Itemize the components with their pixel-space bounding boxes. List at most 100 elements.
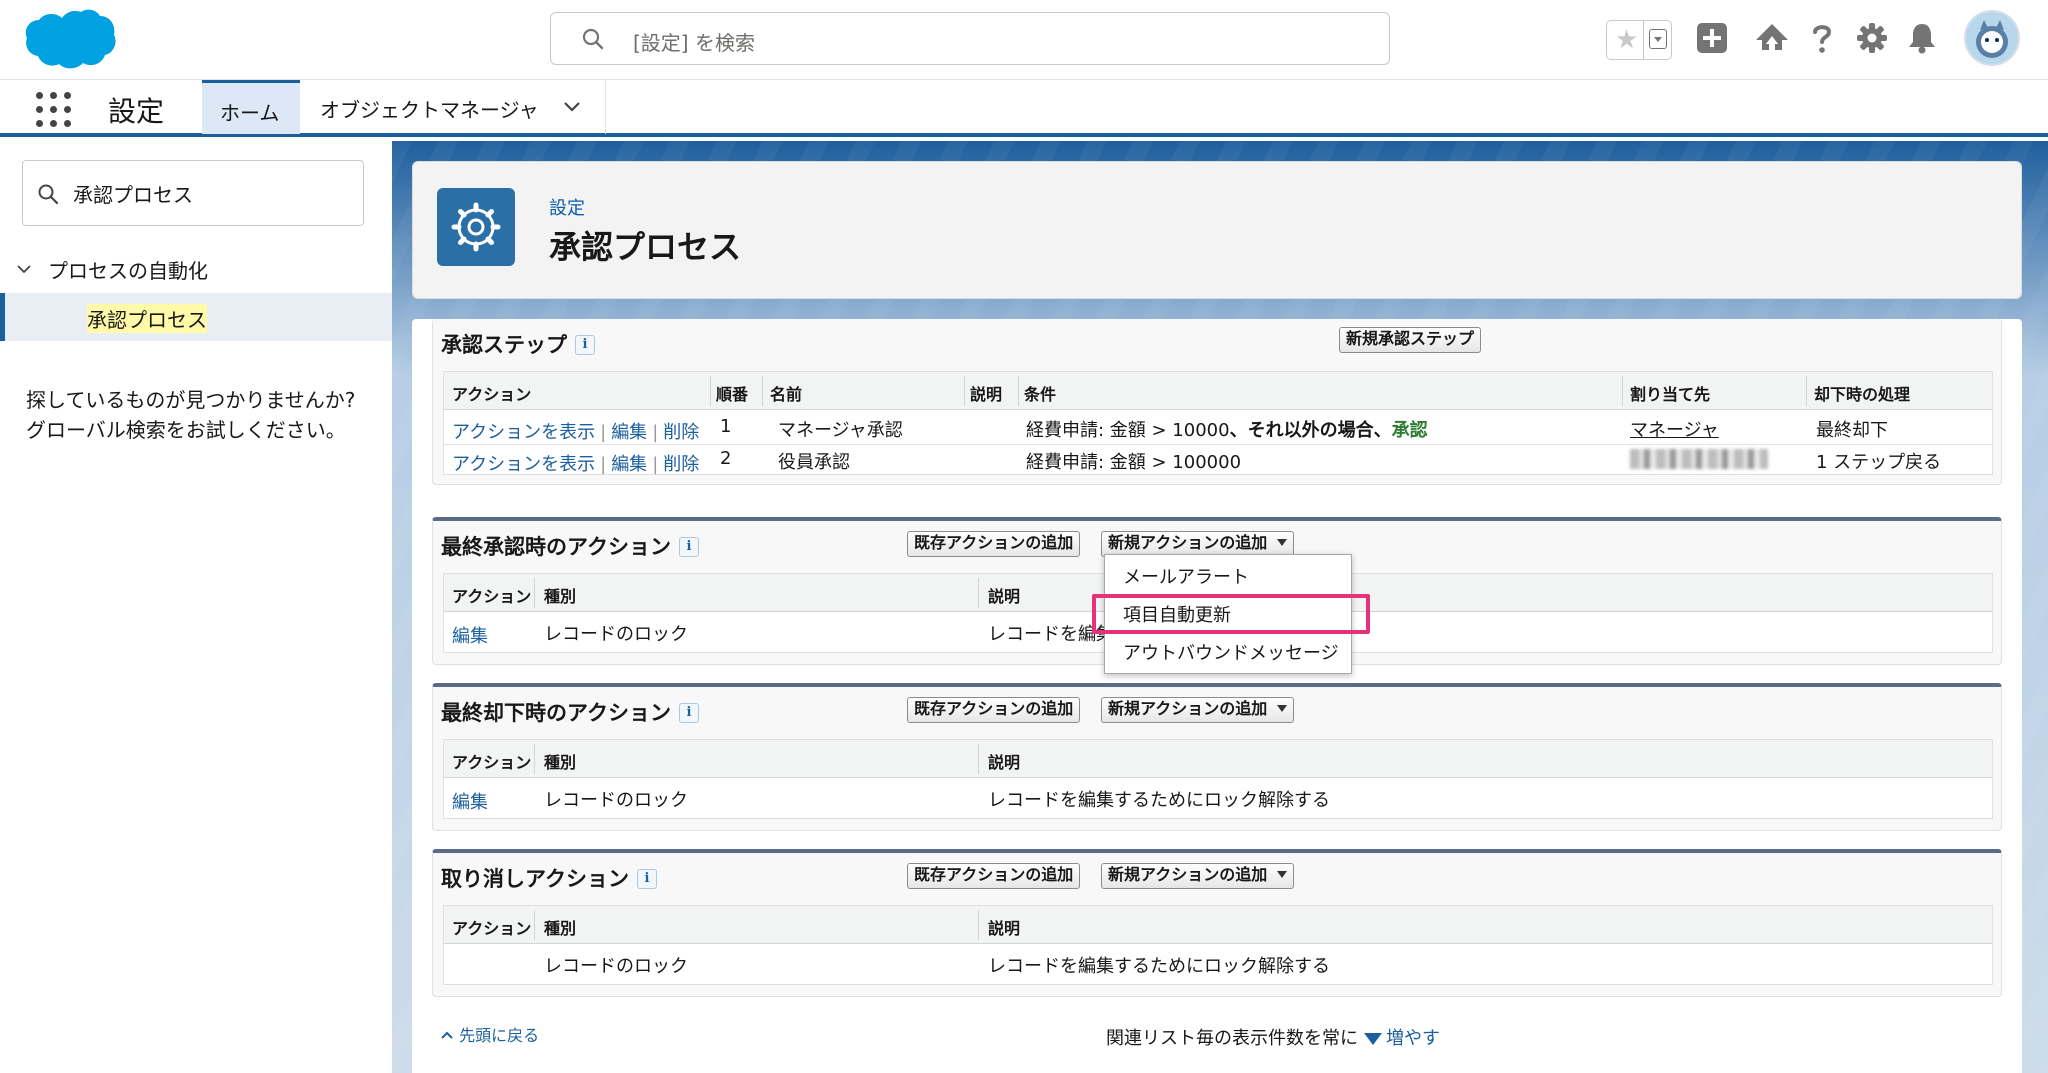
- astro-avatar-icon: [1976, 20, 2008, 58]
- app-name: 設定: [108, 95, 165, 128]
- info-icon[interactable]: i: [575, 335, 595, 355]
- add-new-action-button[interactable]: 新規アクションの追加: [1101, 697, 1295, 723]
- step-name: 役員承認: [778, 452, 850, 473]
- approval-steps-title: 承認ステップ: [441, 333, 567, 357]
- menu-item-outbound-message[interactable]: アウトバウンドメッセージ: [1123, 639, 1339, 665]
- edit-link[interactable]: 編集: [611, 454, 647, 475]
- col-header-type: 種別: [544, 919, 577, 938]
- setup-sidebar: 承認プロセス プロセスの自動化 承認プロセス 探しているものが見つかりませんか?…: [0, 141, 392, 1073]
- global-header: [設定] を検索 ★: [0, 0, 2048, 79]
- col-divider: [762, 376, 763, 406]
- add-existing-action-button[interactable]: 既存アクションの追加: [907, 531, 1081, 557]
- section-title: 承認ステップ i: [441, 329, 595, 359]
- add-existing-action-button[interactable]: 既存アクションの追加: [907, 863, 1081, 889]
- quick-find-input[interactable]: 承認プロセス: [22, 160, 364, 226]
- col-header-action: アクション: [452, 919, 532, 938]
- new-approval-step-button[interactable]: 新規承認ステップ: [1339, 327, 1482, 353]
- table-header-row: アクション 順番 名前 説明 条件 割り当て先 却下時の処理: [444, 372, 1992, 410]
- edit-link[interactable]: 編集: [611, 422, 647, 443]
- edit-link[interactable]: 編集: [452, 622, 488, 648]
- quick-find-value: 承認プロセス: [73, 183, 193, 207]
- tab-home[interactable]: ホーム: [202, 80, 300, 134]
- bell-icon[interactable]: [1904, 20, 1940, 56]
- table-header-row: アクション 種別 説明: [444, 906, 1992, 944]
- col-header-assignee: 割り当て先: [1630, 385, 1711, 404]
- delete-link[interactable]: 削除: [663, 454, 699, 475]
- chevron-down-icon[interactable]: [562, 96, 582, 116]
- chevron-down-icon[interactable]: [16, 261, 32, 277]
- info-icon[interactable]: i: [678, 703, 699, 723]
- breadcrumb[interactable]: 設定: [549, 194, 585, 220]
- col-header-action: アクション: [452, 385, 532, 404]
- step-name: マネージャ承認: [778, 420, 903, 441]
- back-to-top-link[interactable]: 先頭に戻る: [440, 1022, 539, 1046]
- tab-object-manager-label: オブジェクトマネージャ: [320, 98, 539, 122]
- col-divider: [534, 910, 535, 940]
- col-divider: [1018, 376, 1019, 406]
- link-separator: |: [652, 422, 659, 443]
- highlight-annotation: [1092, 594, 1370, 634]
- col-header-order: 順番: [716, 385, 749, 404]
- help-text-line-1: 探しているものが見つかりませんか?: [26, 388, 356, 412]
- action-description: レコードを編集するためにロック解除する: [988, 790, 1330, 811]
- condition-text: 経費申請: 金額 > 10000: [1026, 420, 1230, 441]
- col-header-condition: 条件: [1024, 385, 1057, 404]
- view-actions-link[interactable]: アクションを表示: [452, 422, 595, 443]
- section-title: 取り消しアクション i: [441, 863, 657, 893]
- row-actions: アクションを表示 | 編集 | 削除: [452, 418, 699, 444]
- step-condition: 経費申請: 金額 > 100000: [1026, 452, 1242, 473]
- avatar[interactable]: [1964, 10, 2020, 66]
- reject-behavior: 1 ステップ戻る: [1816, 452, 1942, 473]
- step-order: 1: [720, 416, 732, 437]
- col-divider: [1806, 376, 1807, 406]
- link-separator: |: [600, 422, 607, 443]
- recall-actions-title: 取り消しアクション: [441, 867, 629, 891]
- star-icon[interactable]: ★: [1615, 26, 1638, 54]
- info-icon[interactable]: i: [678, 537, 699, 557]
- recall-actions-table: アクション 種別 説明 レコードのロック レコードを編集するためにロック解除する: [443, 905, 1993, 985]
- edit-link[interactable]: 編集: [452, 788, 488, 814]
- caret-down-icon[interactable]: [1364, 1033, 1382, 1045]
- col-header-type: 種別: [544, 753, 577, 772]
- tab-object-manager[interactable]: オブジェクトマネージャ: [300, 80, 606, 134]
- global-search[interactable]: [設定] を検索: [550, 12, 1390, 65]
- final-rejection-actions-section: 最終却下時のアクション i 既存アクションの追加 新規アクションの追加 アクション…: [432, 683, 2002, 831]
- action-type: レコードのロック: [544, 956, 688, 977]
- redacted-assignee: [1630, 449, 1768, 469]
- chevron-up-icon: [441, 1031, 453, 1039]
- page-title: 承認プロセス: [549, 228, 742, 266]
- gear-icon[interactable]: [1854, 20, 1890, 56]
- increase-link[interactable]: 増やす: [1386, 1028, 1440, 1049]
- col-header-description: 説明: [970, 385, 1003, 404]
- view-actions-link[interactable]: アクションを表示: [452, 454, 595, 475]
- col-divider: [978, 910, 979, 940]
- col-header-description: 説明: [988, 753, 1021, 772]
- sidebar-item-approval-process[interactable]: 承認プロセス: [0, 293, 392, 341]
- col-header-name: 名前: [770, 385, 803, 404]
- info-icon[interactable]: i: [636, 869, 657, 889]
- approval-steps-section: 承認ステップ i 新規承認ステップ アクション 順番 名前 説明 条件 割り当て先: [432, 319, 2002, 485]
- content-panel: 承認ステップ i 新規承認ステップ アクション 順番 名前 説明 条件 割り当て先: [412, 319, 2022, 1073]
- add-new-action-button[interactable]: 新規アクションの追加: [1101, 863, 1295, 889]
- assignee-link[interactable]: マネージャ: [1630, 416, 1719, 442]
- col-divider: [978, 578, 979, 608]
- help-icon[interactable]: [1804, 20, 1840, 56]
- col-header-action: アクション: [452, 753, 532, 772]
- add-existing-action-button[interactable]: 既存アクションの追加: [907, 697, 1081, 723]
- col-divider: [710, 376, 711, 406]
- action-description: レコードを編集するためにロック解除する: [988, 956, 1330, 977]
- app-launcher-icon[interactable]: [36, 92, 72, 128]
- step-order: 2: [720, 448, 732, 469]
- chevron-down-icon[interactable]: [1649, 29, 1667, 49]
- menu-item-email-alert[interactable]: メールアラート: [1123, 563, 1249, 589]
- trailhead-icon[interactable]: [1754, 20, 1790, 56]
- delete-link[interactable]: 削除: [663, 422, 699, 443]
- favorites-button[interactable]: ★: [1606, 20, 1672, 60]
- assignee-redacted: [1630, 448, 1768, 469]
- salesforce-logo[interactable]: [24, 8, 116, 70]
- condition-result: 承認: [1391, 420, 1428, 441]
- sidebar-help-text: 探しているものが見つかりませんか? グローバル検索をお試しください。: [26, 385, 376, 445]
- help-text-line-2: グローバル検索をお試しください。: [26, 418, 346, 442]
- add-icon[interactable]: [1694, 20, 1730, 56]
- app-navigation: 設定 ホーム オブジェクトマネージャ: [0, 79, 2048, 137]
